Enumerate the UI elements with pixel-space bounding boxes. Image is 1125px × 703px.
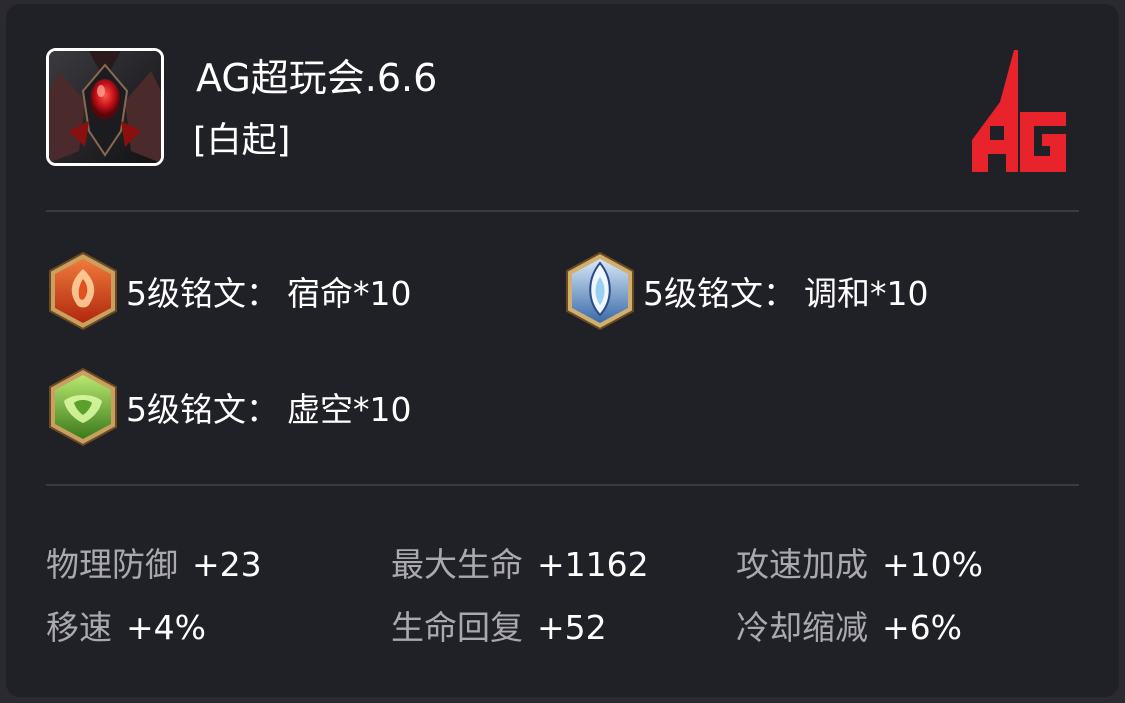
red-rune-icon [46, 251, 120, 331]
rune-level: 5级铭文 [126, 390, 246, 429]
stat-value: +10% [882, 545, 983, 584]
stat-physical-defense: 物理防御 +23 [46, 545, 262, 585]
stat-cooldown-reduction: 冷却缩减 +6% [736, 608, 962, 648]
blue-rune-icon [563, 251, 637, 331]
rune-level: 5级铭文 [643, 274, 763, 313]
stat-max-hp: 最大生命 +1162 [391, 545, 649, 585]
rune-item[interactable]: 5级铭文： 宿命*10 [46, 251, 412, 331]
rune-level: 5级铭文 [126, 274, 246, 313]
green-rune-icon [46, 367, 120, 447]
stat-value: +6% [882, 608, 963, 647]
stat-label: 物理防御 [46, 545, 178, 584]
stat-value: +23 [192, 545, 262, 584]
header-divider [46, 210, 1079, 212]
stat-attack-speed: 攻速加成 +10% [736, 545, 983, 585]
stat-label: 移速 [46, 608, 112, 647]
rune-item[interactable]: 5级铭文： 调和*10 [563, 251, 929, 331]
stat-move-speed: 移速 +4% [46, 608, 206, 648]
hero-avatar[interactable] [46, 48, 164, 166]
rune-name: 宿命*10 [287, 274, 412, 313]
stat-label: 最大生命 [391, 545, 523, 584]
stat-label: 生命回复 [391, 608, 523, 647]
stat-value: +1162 [537, 545, 649, 584]
stat-value: +52 [537, 608, 607, 647]
rune-name: 调和*10 [804, 274, 929, 313]
stat-hp-regen: 生命回复 +52 [391, 608, 607, 648]
stat-label: 冷却缩减 [736, 608, 868, 647]
team-logo [972, 50, 1066, 172]
stat-value: +4% [126, 608, 207, 647]
runes-divider [46, 484, 1079, 486]
hero-portrait-image [49, 51, 161, 163]
rune-name: 虚空*10 [287, 390, 412, 429]
rune-colon: ： [763, 274, 796, 313]
stat-label: 攻速加成 [736, 545, 868, 584]
rune-colon: ： [246, 274, 279, 313]
hero-name: [白起] [193, 121, 291, 161]
build-card: AG超玩会.6.6 [白起] 5级铭文： 宿命*10 5级铭文： 调和*10 5… [6, 4, 1119, 697]
rune-colon: ： [246, 390, 279, 429]
player-name: AG超玩会.6.6 [196, 56, 438, 100]
rune-item[interactable]: 5级铭文： 虚空*10 [46, 367, 412, 447]
